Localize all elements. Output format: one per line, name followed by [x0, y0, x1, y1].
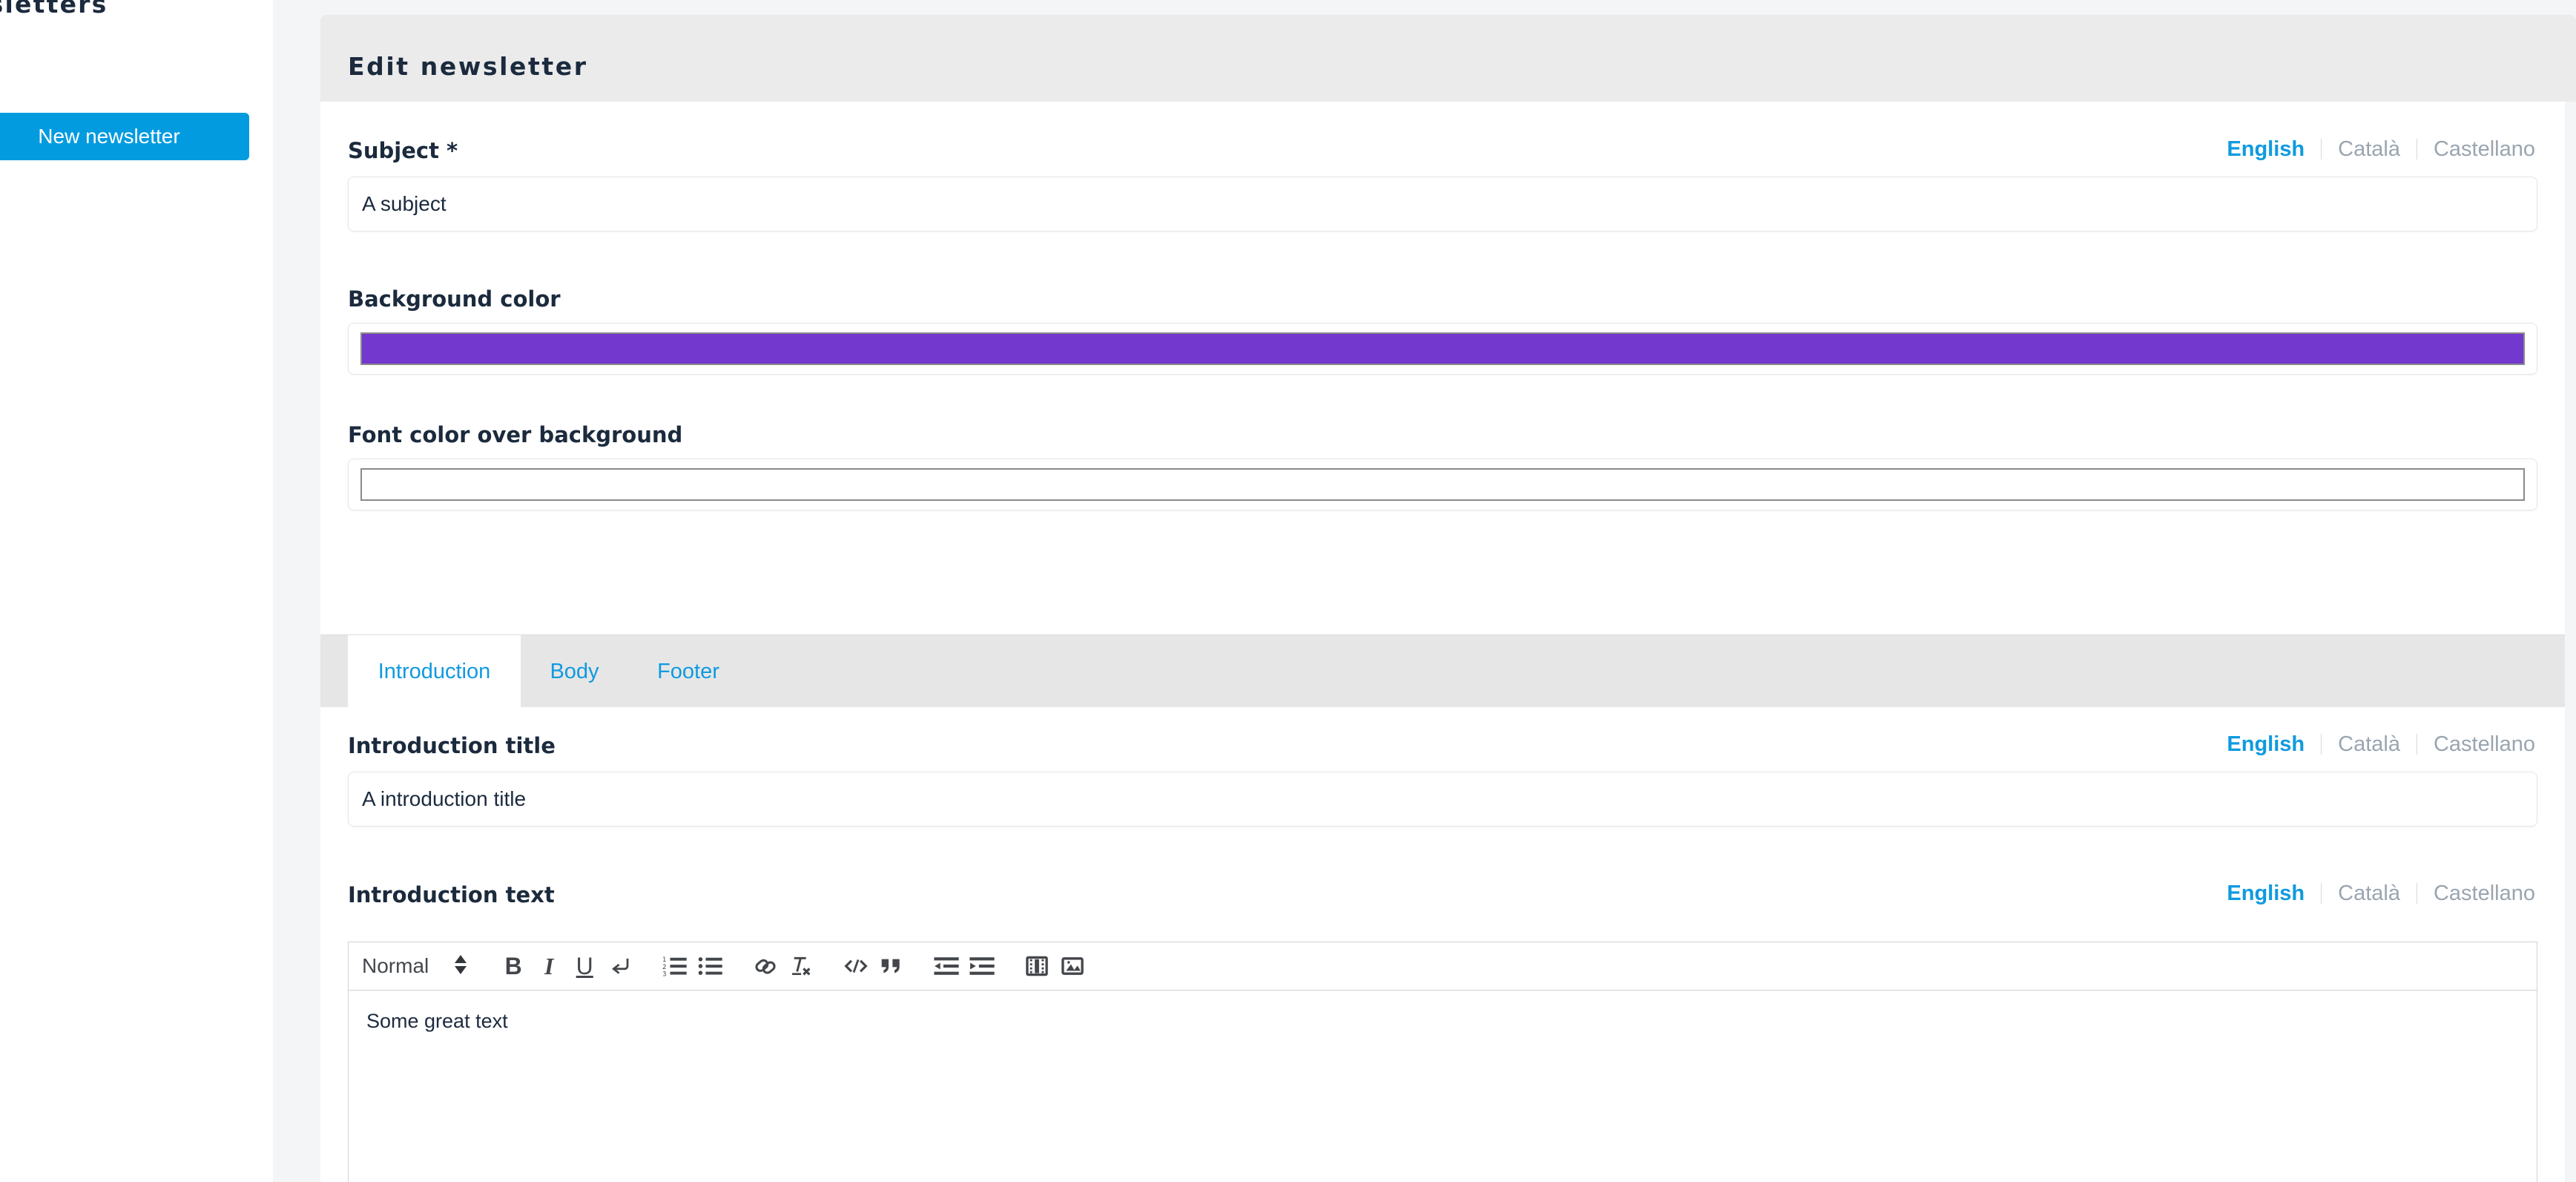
background-color-field-group: Background color [348, 286, 561, 312]
lang-divider [2321, 883, 2322, 904]
new-newsletter-button[interactable]: New newsletter [0, 113, 249, 160]
introduction-title-input[interactable] [348, 772, 2537, 827]
link-icon[interactable] [748, 942, 783, 991]
svg-text:1: 1 [662, 956, 667, 964]
background-color-swatch[interactable] [360, 332, 2525, 365]
image-icon[interactable] [1055, 942, 1090, 991]
svg-text:2: 2 [662, 964, 667, 971]
introduction-title-field-group: Introduction title [348, 733, 556, 758]
format-picker-value: Normal [362, 954, 429, 977]
indent-icon[interactable] [964, 942, 1000, 991]
lang-option-catala[interactable]: Català [2335, 881, 2403, 906]
lang-option-castellano[interactable]: Castellano [2431, 137, 2538, 162]
bullet-list-icon[interactable] [693, 942, 728, 991]
italic-icon[interactable]: I [531, 942, 567, 991]
introduction-title-label: Introduction title [348, 733, 556, 758]
line-break-icon[interactable] [602, 942, 638, 991]
underline-icon[interactable]: U [567, 942, 602, 991]
sidebar: wsletters New newsletter [0, 0, 273, 1182]
newsletter-form-panel: Subject * English Català Castellano Back… [320, 102, 2565, 1182]
clear-format-icon[interactable] [783, 942, 819, 991]
code-icon[interactable] [838, 942, 874, 991]
lang-option-english[interactable]: English [2224, 881, 2307, 906]
editor-toolbar: Normal B I U 1 2 3 [348, 942, 2537, 991]
lang-option-castellano[interactable]: Castellano [2431, 732, 2538, 757]
background-color-input[interactable] [348, 323, 2537, 375]
blockquote-icon[interactable] [874, 942, 909, 991]
outdent-icon[interactable] [929, 942, 964, 991]
page-header: Edit newsletter [320, 15, 2576, 102]
newsletter-edit-screen: wsletters New newsletter Edit newsletter… [0, 0, 2576, 1182]
font-color-field-group: Font color over background [348, 422, 682, 447]
lang-option-catala[interactable]: Català [2335, 137, 2403, 162]
lang-divider [2321, 139, 2322, 160]
ordered-list-icon[interactable]: 1 2 3 [657, 942, 693, 991]
tab-body[interactable]: Body [521, 635, 628, 708]
bold-glyph: B [504, 953, 522, 979]
video-icon[interactable] [1019, 942, 1055, 991]
lang-option-english[interactable]: English [2224, 732, 2307, 757]
sidebar-heading: wsletters [0, 0, 108, 19]
introduction-text-field-group: Introduction text [348, 882, 555, 907]
language-switch-subject: English Català Castellano [2224, 134, 2538, 164]
introduction-text-label: Introduction text [348, 882, 555, 907]
font-color-label: Font color over background [348, 422, 683, 447]
main-content: Edit newsletter Subject * English Català… [320, 0, 2576, 1182]
underline-glyph: U [576, 953, 593, 979]
language-switch-introduction-title: English Català Castellano [2224, 729, 2538, 759]
lang-option-castellano[interactable]: Castellano [2431, 881, 2538, 906]
tab-footer[interactable]: Footer [628, 635, 748, 708]
font-color-swatch[interactable] [360, 468, 2525, 501]
tab-introduction[interactable]: Introduction [348, 635, 521, 708]
stepper-updown-icon [454, 952, 467, 980]
italic-glyph: I [544, 953, 554, 979]
language-switch-introduction-text: English Català Castellano [2224, 879, 2538, 908]
subject-field-group: Subject * [348, 138, 458, 163]
lang-divider [2321, 734, 2322, 755]
svg-text:3: 3 [662, 971, 667, 977]
rich-text-editor: Normal B I U 1 2 3 Some great text [348, 942, 2537, 1182]
subject-input[interactable] [348, 177, 2537, 232]
editor-content-area[interactable]: Some great text [348, 991, 2537, 1182]
subject-label: Subject * [348, 138, 458, 163]
bold-icon[interactable]: B [495, 942, 531, 991]
format-picker[interactable]: Normal [349, 942, 476, 991]
page-title: Edit newsletter [348, 52, 588, 81]
lang-option-english[interactable]: English [2224, 137, 2307, 162]
font-color-input[interactable] [348, 459, 2537, 510]
section-tabs: Introduction Body Footer [320, 634, 2565, 708]
background-color-label: Background color [348, 286, 561, 312]
lang-option-catala[interactable]: Català [2335, 732, 2403, 757]
